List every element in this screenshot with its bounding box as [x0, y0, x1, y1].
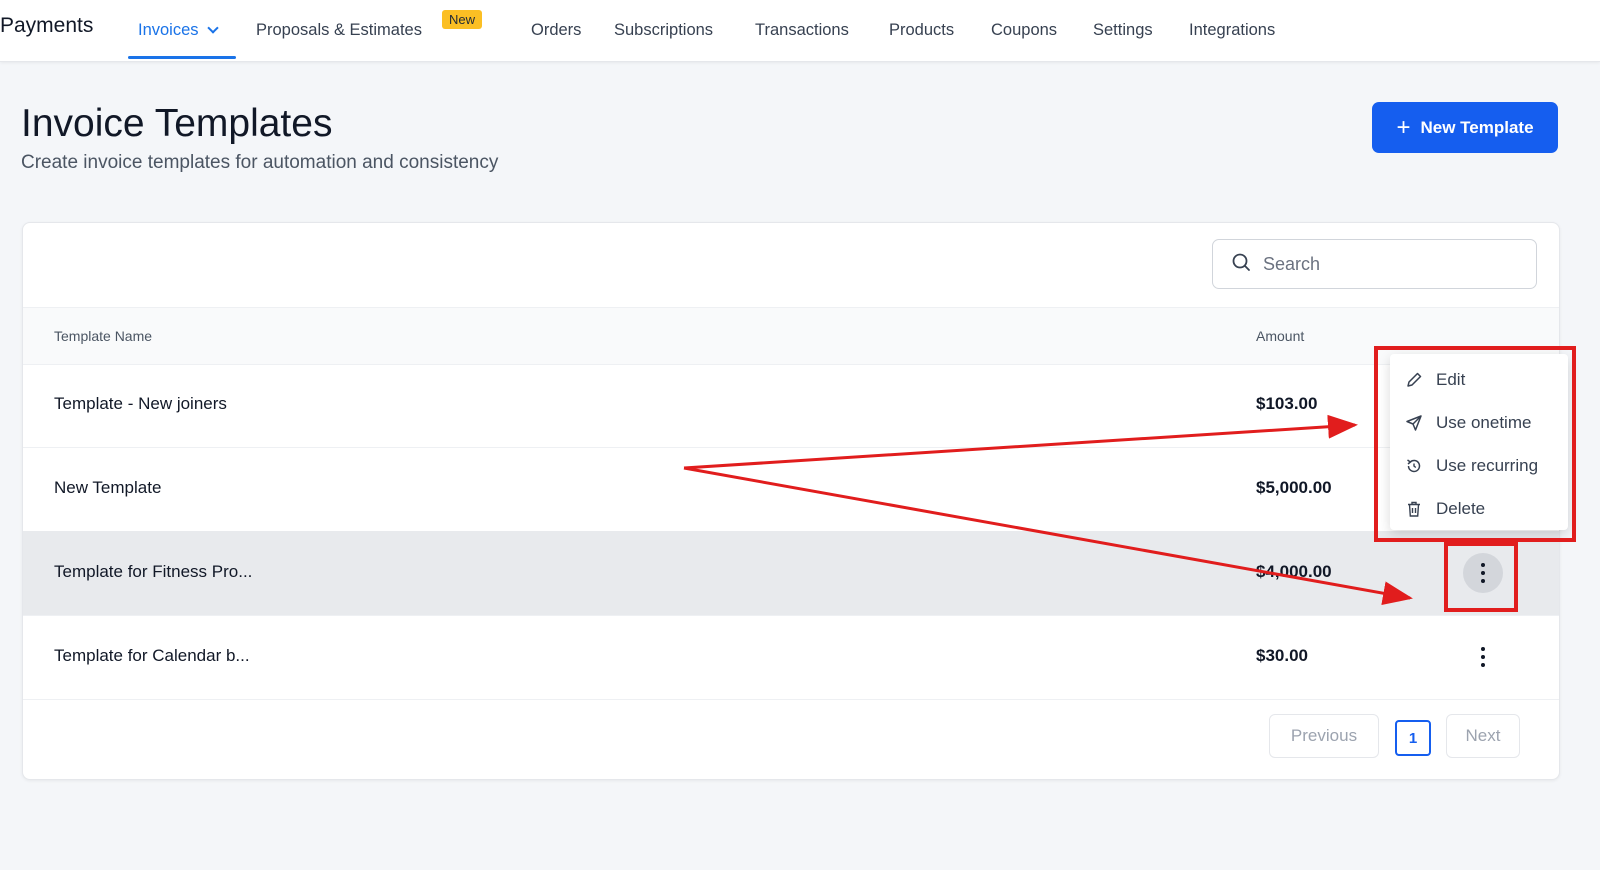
more-vertical-icon	[1481, 563, 1485, 583]
current-page-button[interactable]: 1	[1395, 720, 1431, 756]
menu-item-delete[interactable]: Delete	[1404, 499, 1485, 519]
template-name[interactable]: Template for Fitness Pro...	[54, 562, 252, 582]
next-page-button[interactable]: Next	[1446, 714, 1520, 758]
tab-coupons[interactable]: Coupons	[991, 21, 1057, 40]
trash-icon	[1404, 499, 1424, 519]
row-actions-button[interactable]	[1463, 637, 1503, 677]
search-icon	[1231, 252, 1251, 277]
active-tab-indicator	[128, 56, 236, 59]
tab-transactions[interactable]: Transactions	[755, 21, 849, 40]
more-vertical-icon	[1481, 647, 1485, 667]
search-input[interactable]	[1261, 252, 1515, 276]
template-amount: $4,000.00	[1256, 562, 1332, 581]
column-header-template-name: Template Name	[54, 328, 153, 344]
tab-invoices-label: Invoices	[138, 21, 199, 39]
template-name[interactable]: New Template	[54, 478, 161, 498]
tab-subscriptions[interactable]: Subscriptions	[614, 21, 713, 40]
tab-integrations[interactable]: Integrations	[1189, 21, 1275, 40]
templates-card: Template Name Amount Template - New join…	[22, 222, 1560, 780]
page-subtitle: Create invoice templates for automation …	[21, 152, 499, 173]
chevron-down-icon	[206, 22, 219, 34]
menu-item-label: Delete	[1436, 499, 1486, 518]
previous-page-button[interactable]: Previous	[1269, 714, 1379, 758]
pencil-icon	[1404, 370, 1424, 390]
table-row[interactable]: Template - New joiners $103.00	[23, 363, 1559, 448]
new-template-button[interactable]: + New Template	[1372, 102, 1558, 153]
search-box[interactable]	[1212, 239, 1537, 289]
app-title: Payments	[0, 14, 94, 37]
table-row[interactable]: Template for Calendar b... $30.00	[23, 615, 1559, 700]
tab-products[interactable]: Products	[889, 21, 954, 40]
template-amount: $103.00	[1256, 394, 1318, 413]
row-actions-button[interactable]	[1463, 553, 1503, 593]
table-row[interactable]: Template for Fitness Pro... $4,000.00	[23, 531, 1559, 616]
menu-item-label: Use onetime	[1436, 413, 1532, 432]
tab-proposals-estimates[interactable]: Proposals & Estimates	[256, 21, 422, 40]
menu-item-use-onetime[interactable]: Use onetime	[1404, 413, 1531, 433]
tab-invoices[interactable]: Invoices	[138, 21, 219, 40]
tab-orders[interactable]: Orders	[531, 21, 581, 40]
template-name[interactable]: Template - New joiners	[54, 394, 227, 414]
table-header: Template Name Amount	[23, 307, 1559, 365]
new-badge: New	[442, 10, 483, 29]
top-navigation: Payments Invoices Proposals & Estimates …	[0, 0, 1600, 62]
send-icon	[1404, 413, 1424, 433]
menu-item-edit[interactable]: Edit	[1404, 370, 1465, 390]
template-amount: $5,000.00	[1256, 478, 1332, 497]
menu-item-use-recurring[interactable]: Use recurring	[1404, 456, 1538, 476]
new-template-label: New Template	[1420, 117, 1534, 137]
template-name[interactable]: Template for Calendar b...	[54, 646, 250, 666]
row-actions-menu: Edit Use onetime Use recurring Delete	[1390, 354, 1568, 530]
menu-item-label: Edit	[1436, 370, 1466, 389]
recurring-icon	[1404, 456, 1424, 476]
page-title: Invoice Templates	[21, 102, 333, 145]
menu-item-label: Use recurring	[1436, 456, 1539, 475]
plus-icon: +	[1396, 113, 1411, 141]
column-header-amount: Amount	[1256, 328, 1305, 344]
tab-settings[interactable]: Settings	[1093, 21, 1153, 40]
template-amount: $30.00	[1256, 646, 1308, 665]
table-row[interactable]: New Template $5,000.00	[23, 447, 1559, 532]
